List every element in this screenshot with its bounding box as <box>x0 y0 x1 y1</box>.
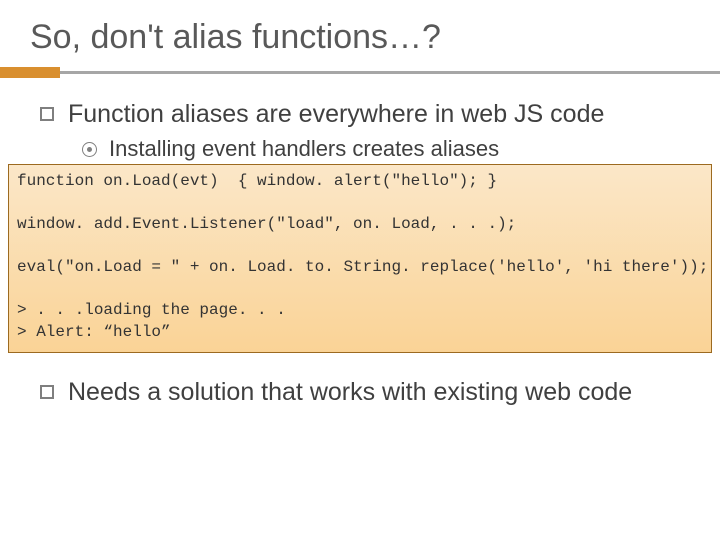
bullet-level1-1: Function aliases are everywhere in web J… <box>40 99 690 130</box>
bullet-text: Needs a solution that works with existin… <box>68 377 632 408</box>
code-line: > Alert: “hello” <box>17 323 171 341</box>
square-bullet-icon <box>40 107 54 121</box>
rule-gray <box>0 71 720 74</box>
code-line: eval("on.Load = " + on. Load. to. String… <box>17 258 708 276</box>
rule-orange-accent <box>0 67 60 78</box>
title-rule <box>30 67 690 75</box>
code-line: function on.Load(evt) { window. alert("h… <box>17 172 497 190</box>
bullet-level2-1: Installing event handlers creates aliase… <box>82 136 690 162</box>
code-line: > . . .loading the page. . . <box>17 301 286 319</box>
code-example-box: function on.Load(evt) { window. alert("h… <box>8 164 712 353</box>
target-bullet-icon <box>82 142 97 157</box>
bullet-text: Installing event handlers creates aliase… <box>109 136 499 162</box>
bullet-text: Function aliases are everywhere in web J… <box>68 99 604 130</box>
bullet-level1-2: Needs a solution that works with existin… <box>40 377 690 408</box>
square-bullet-icon <box>40 385 54 399</box>
slide-title: So, don't alias functions…? <box>30 18 690 57</box>
code-line: window. add.Event.Listener("load", on. L… <box>17 215 516 233</box>
slide: So, don't alias functions…? Function ali… <box>0 0 720 423</box>
